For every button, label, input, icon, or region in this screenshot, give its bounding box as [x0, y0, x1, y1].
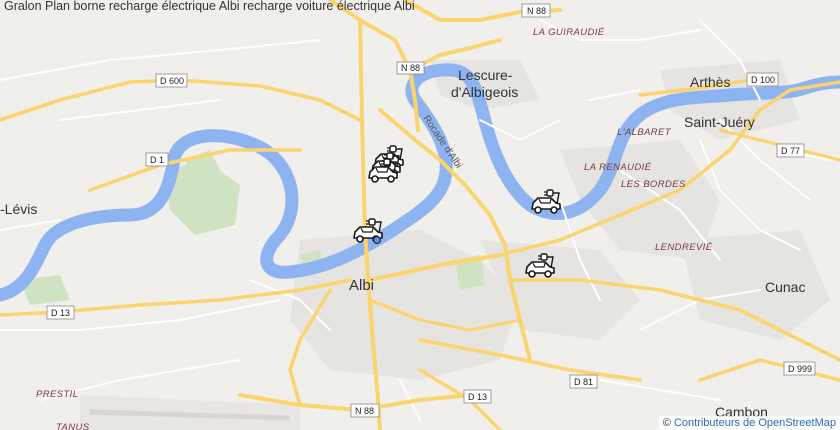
locality-lendrevie: LENDREVIÉ: [655, 242, 713, 253]
shield-d600: D 600: [155, 73, 188, 88]
place-cunac: Cunac: [765, 279, 805, 295]
locality-l-albaret: L'ALBARET: [617, 127, 672, 138]
locality-la-guiraudie: LA GUIRAUDIÉ: [533, 27, 605, 38]
locality-les-bordes: LES BORDES: [621, 179, 686, 190]
shield-d1: D 1: [145, 152, 169, 167]
shield-d77: D 77: [776, 143, 805, 158]
svg-text:N 88: N 88: [355, 406, 374, 416]
svg-text:D 1: D 1: [150, 155, 164, 165]
shield-d100: D 100: [746, 72, 779, 87]
svg-text:D 77: D 77: [781, 146, 800, 156]
place-saint-juery: Saint-Juéry: [684, 114, 755, 130]
locality-tanus: TANUS: [56, 422, 90, 430]
svg-text:N 88: N 88: [401, 63, 420, 73]
map-attribution: © Contributeurs de OpenStreetMap: [658, 416, 840, 430]
svg-text:D 999: D 999: [788, 364, 812, 374]
locality-prestil: PRESTIL: [36, 389, 78, 400]
shield-d81: D 81: [569, 374, 598, 389]
svg-text:N 88: N 88: [527, 6, 546, 16]
shield-n88-top: N 88: [521, 3, 551, 18]
shield-n88-mid: N 88: [396, 61, 425, 75]
svg-text:D 13: D 13: [51, 308, 70, 318]
place-levis: -Lévis: [0, 201, 37, 217]
place-lescure-line1: Lescure-: [458, 67, 513, 83]
svg-text:D 81: D 81: [574, 377, 593, 387]
osm-contributors-link[interactable]: Contributeurs de OpenStreetMap: [674, 417, 836, 429]
attribution-prefix: ©: [662, 417, 674, 429]
place-arthes: Arthès: [690, 74, 730, 90]
shield-d999: D 999: [783, 361, 816, 376]
shield-n88-bottom: N 88: [350, 403, 380, 418]
marker-selected-dot-icon: [373, 236, 381, 244]
svg-text:D 600: D 600: [160, 76, 184, 86]
map-canvas[interactable]: Albi Lescure- d'Albigeois Arthès Saint-J…: [0, 0, 840, 430]
place-lescure-line2: d'Albigeois: [451, 84, 518, 100]
shield-d13-bottom: D 13: [463, 389, 492, 404]
shield-d13-left: D 13: [46, 305, 75, 320]
locality-la-renaudie: LA RENAUDIÉ: [584, 162, 652, 173]
svg-text:D 13: D 13: [468, 392, 487, 402]
page-title: Gralon Plan borne recharge électrique Al…: [4, 0, 415, 13]
place-albi: Albi: [349, 277, 374, 294]
svg-text:D 100: D 100: [751, 75, 775, 85]
